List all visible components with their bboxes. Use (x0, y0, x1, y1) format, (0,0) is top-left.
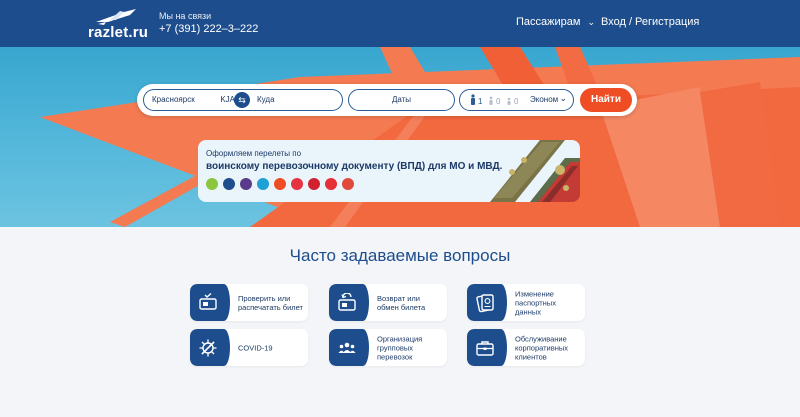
faq-tile (329, 329, 369, 366)
header: razlet.ru Мы на связи +7 (391) 222–3–222… (0, 0, 800, 47)
promo-banner[interactable]: Оформляем перелеты по воинскому перевозо… (198, 140, 580, 202)
faq-label: Изменение паспортных данных (515, 289, 556, 316)
ticket-return-icon (338, 293, 356, 311)
from-field[interactable]: Красноярск KJA (143, 89, 243, 111)
swap-icon[interactable]: ⇆ (234, 92, 250, 108)
promo-small-text: Оформляем перелеты по (206, 149, 302, 158)
nav-passengers-label: Пассажирам (516, 16, 581, 28)
faq-card-passport[interactable]: Изменение паспортных данных (467, 284, 585, 321)
airline-logo-icon (257, 178, 269, 190)
from-city: Красноярск (152, 95, 195, 104)
airline-logo-icon (223, 178, 235, 190)
passengers-field[interactable]: 1 0 0 Эконом ⌄ (459, 89, 574, 111)
airline-logo-icon (240, 178, 252, 190)
faq-tile (190, 329, 230, 366)
adult-icon (471, 94, 475, 105)
s7-logo-icon (206, 178, 218, 190)
faq-tile (467, 329, 507, 366)
find-button[interactable]: Найти (580, 88, 632, 112)
promo-big-text: воинскому перевозочному документу (ВПД) … (206, 161, 503, 172)
logo-text: razlet.ru (88, 24, 149, 41)
airline-logo-icon (274, 178, 286, 190)
faq-tile (467, 284, 507, 321)
faq-label: COVID-19 (238, 343, 273, 352)
virus-icon (199, 339, 217, 357)
chevron-down-icon: ⌄ (559, 93, 567, 103)
faq-label: Проверить или распечатать билет (238, 293, 303, 312)
airline-logo-icon (308, 178, 320, 190)
child-count: 0 (488, 94, 500, 106)
child-icon (489, 96, 493, 105)
ticket-check-icon (199, 293, 217, 310)
passport-icon (476, 294, 494, 313)
nav-login[interactable]: Вход / Регистрация (601, 16, 699, 28)
chevron-down-icon: ⌄ (587, 17, 596, 27)
dates-placeholder: Даты (391, 95, 412, 104)
nav-passengers[interactable]: Пассажирам ⌄ (516, 16, 595, 28)
contact-block: Мы на связи +7 (391) 222–3–222 (159, 11, 258, 35)
to-field[interactable]: Куда (243, 89, 343, 111)
adult-count: 1 (470, 94, 482, 106)
logo[interactable]: razlet.ru (88, 8, 149, 41)
contact-phone[interactable]: +7 (391) 222–3–222 (159, 23, 258, 35)
search-bar: Красноярск KJA ⇆ Куда Даты 1 0 0 Эконом … (137, 84, 637, 116)
class-select: Эконом (530, 95, 559, 104)
group-icon (338, 342, 356, 353)
shoulder-straps-icon (490, 140, 580, 202)
faq-tile (329, 284, 369, 321)
infant-icon (507, 97, 511, 105)
faq-card-return-ticket[interactable]: Возврат или обмен билета (329, 284, 447, 321)
faq-title: Часто задаваемые вопросы (289, 246, 511, 265)
faq-card-corporate[interactable]: Обслуживание корпоративных клиентов (467, 329, 585, 366)
to-placeholder: Куда (257, 95, 275, 104)
faq-label: Организация групповых перевозок (377, 334, 423, 361)
briefcase-icon (476, 341, 494, 356)
infant-count: 0 (506, 94, 518, 106)
faq-label: Возврат или обмен билета (377, 293, 426, 312)
dates-field[interactable]: Даты (348, 89, 455, 111)
from-code: KJA (220, 95, 235, 104)
faq-card-covid[interactable]: COVID-19 (190, 329, 308, 366)
airline-logo-icon (291, 178, 303, 190)
faq-card-check-ticket[interactable]: Проверить или распечатать билет (190, 284, 308, 321)
faq-label: Обслуживание корпоративных клиентов (515, 334, 569, 361)
faq-tile (190, 284, 230, 321)
hero-banner: Красноярск KJA ⇆ Куда Даты 1 0 0 Эконом … (0, 47, 800, 227)
faq-card-group[interactable]: Организация групповых перевозок (329, 329, 447, 366)
airline-logo-icon (325, 178, 337, 190)
contact-label: Мы на связи (159, 11, 212, 21)
airline-logo-icon (342, 178, 354, 190)
